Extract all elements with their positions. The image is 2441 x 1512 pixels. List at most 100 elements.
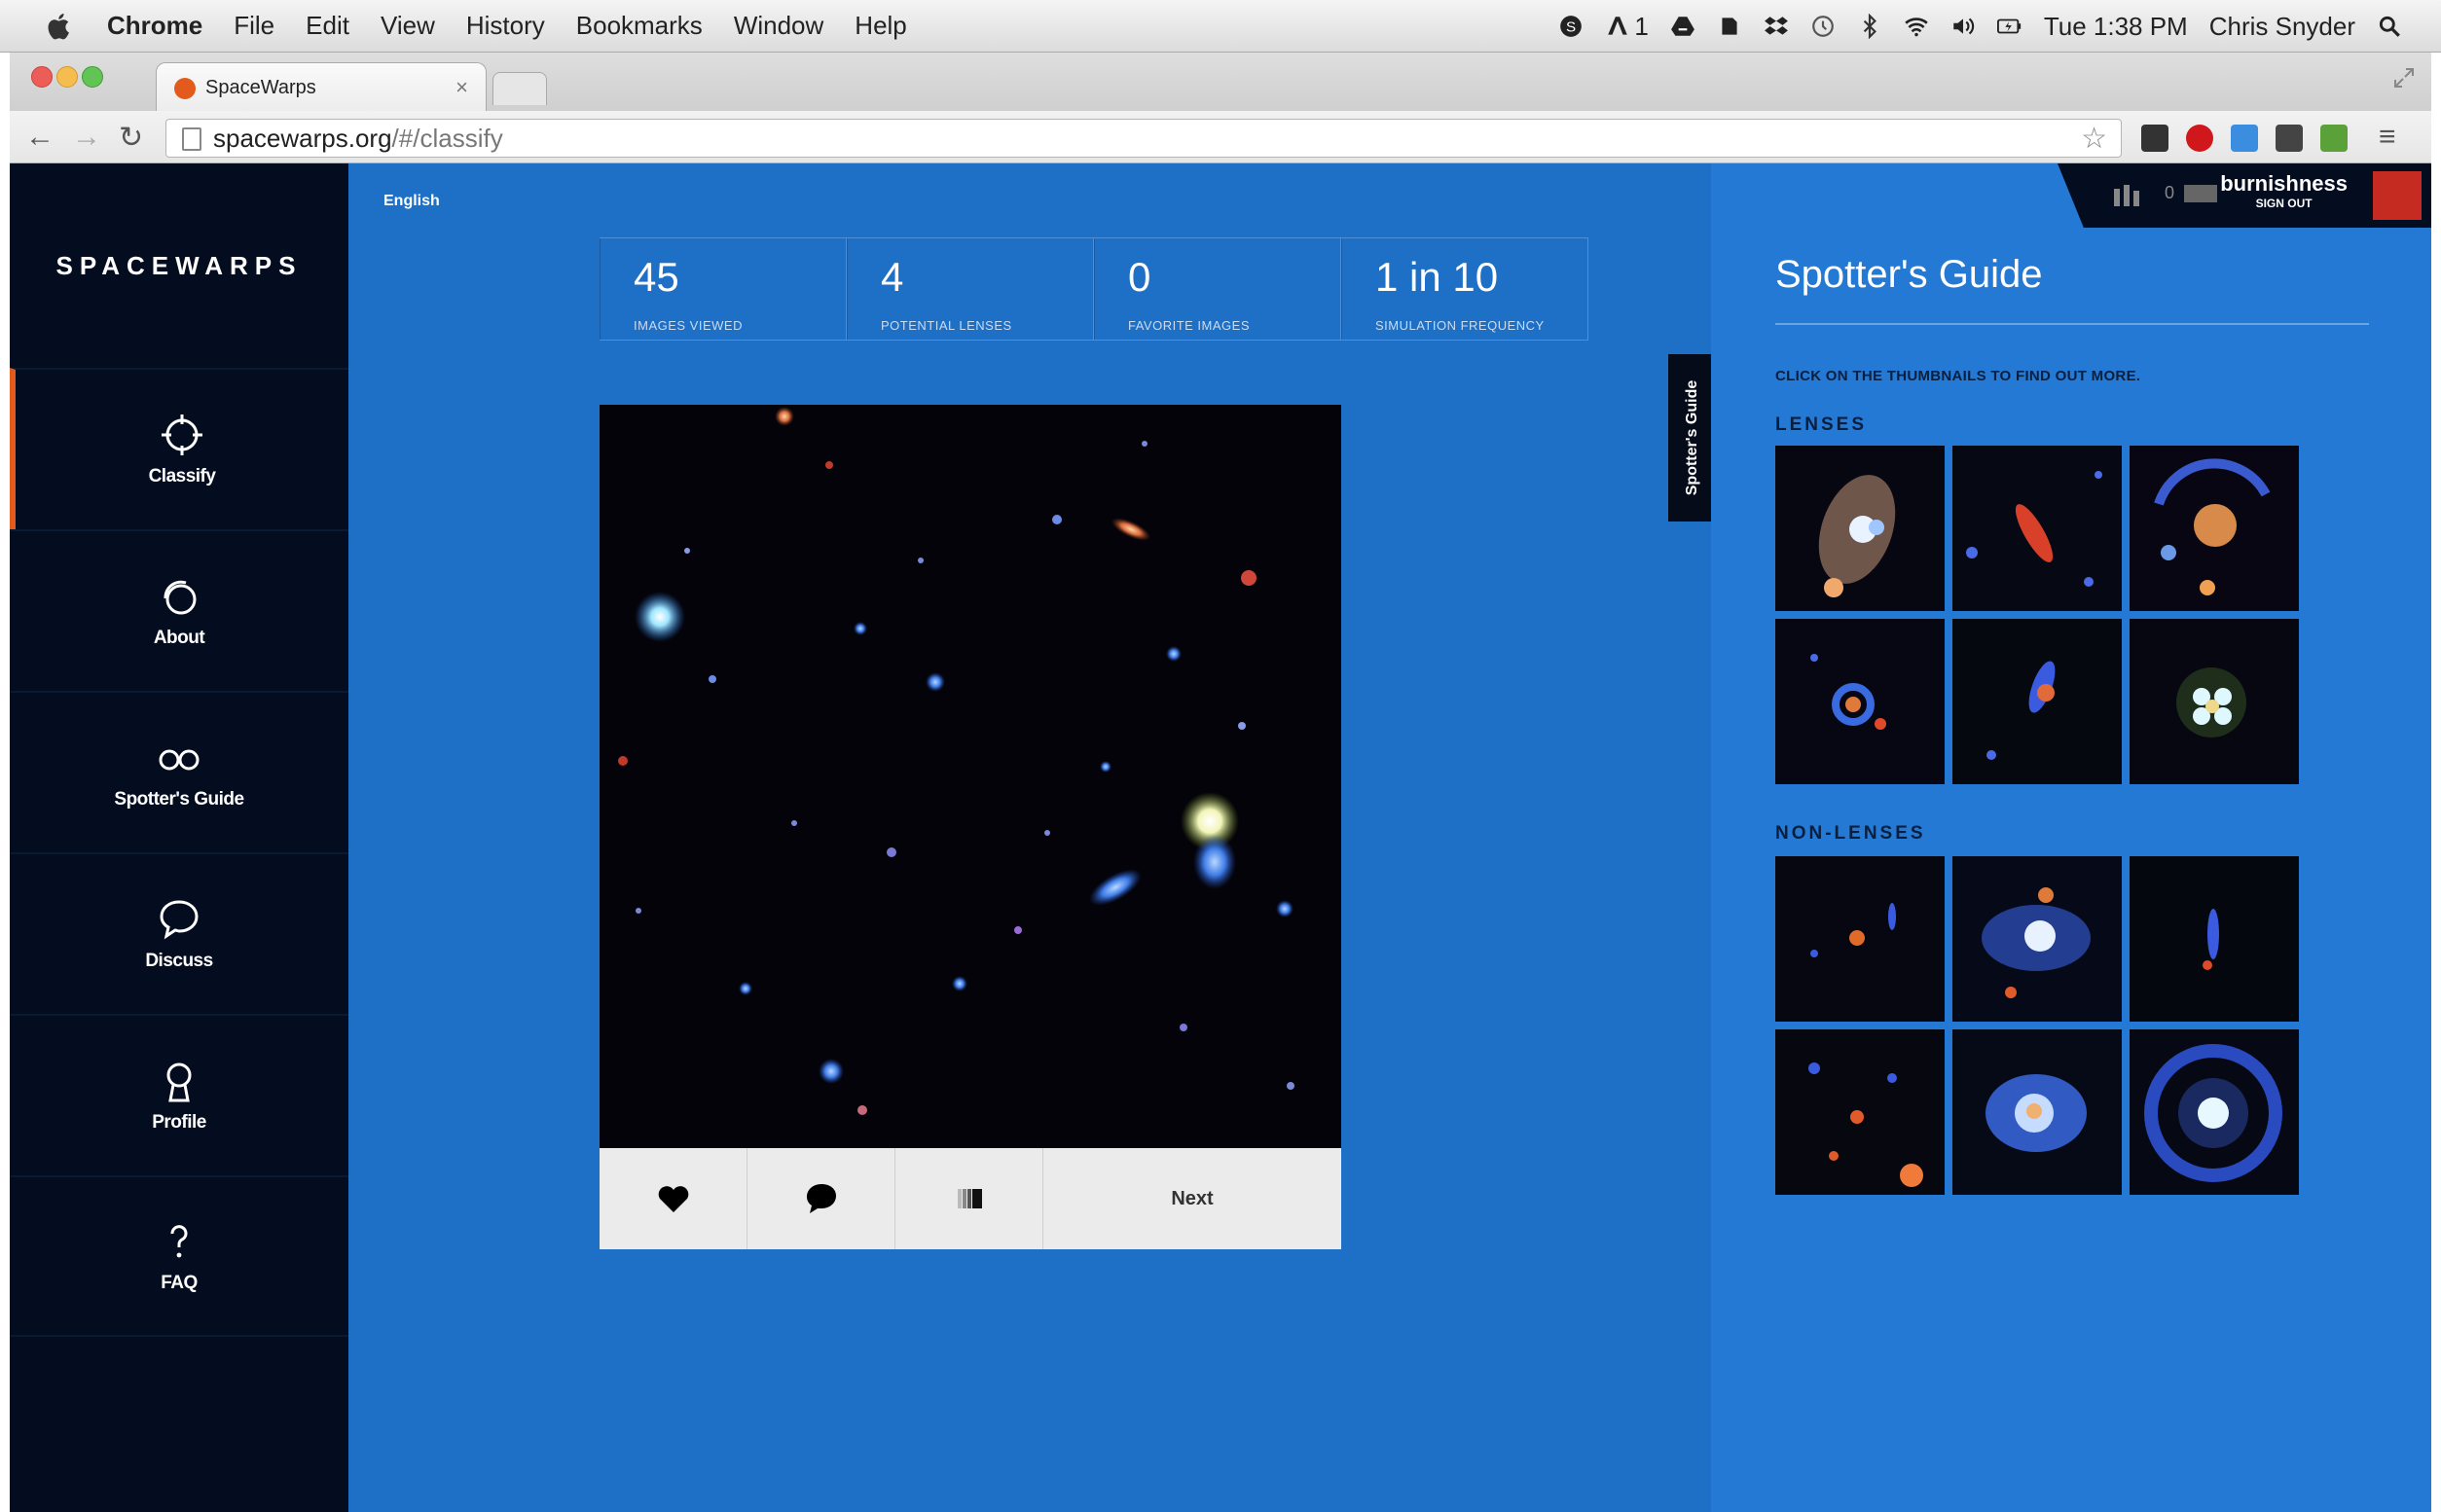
apple-logo-icon[interactable] [43, 10, 76, 43]
score-bar-icon [2184, 185, 2217, 202]
guide-hint: CLICK ON THE THUMBNAILS TO FIND OUT MORE… [1775, 368, 2141, 384]
browser-tab[interactable]: SpaceWarps × [156, 62, 487, 113]
menu-window[interactable]: Window [734, 11, 823, 41]
sidebar-item-about[interactable]: About [10, 529, 348, 691]
non-lens-thumbnail[interactable] [2130, 856, 2299, 1022]
spotters-guide-tab[interactable]: Spotter's Guide [1668, 354, 1717, 522]
non-lens-thumbnail[interactable] [1952, 1029, 2122, 1195]
lens-thumbnail[interactable] [1952, 446, 2122, 611]
menu-view[interactable]: View [381, 11, 435, 41]
zoom-window-button[interactable] [82, 66, 103, 88]
fullscreen-icon[interactable] [2392, 66, 2416, 90]
adblock-extension-icon[interactable] [2186, 125, 2213, 152]
page-icon [182, 127, 201, 151]
menu-file[interactable]: File [234, 11, 274, 41]
menu-history[interactable]: History [466, 11, 545, 41]
dropbox-icon[interactable] [1764, 14, 1789, 39]
minimize-window-button[interactable] [56, 66, 78, 88]
username-text: burnishness [2220, 171, 2348, 196]
chrome-menu-icon[interactable]: ≡ [2379, 121, 2396, 154]
stat-images-viewed: 45 IMAGES VIEWED [600, 238, 847, 340]
sidebar-item-spotters-guide[interactable]: Spotter's Guide [10, 691, 348, 852]
back-icon[interactable]: ← [25, 121, 55, 154]
contrast-button[interactable] [895, 1148, 1043, 1249]
sidebar-item-discuss[interactable]: Discuss [10, 852, 348, 1014]
bluetooth-icon[interactable] [1857, 14, 1882, 39]
volume-icon[interactable] [1950, 14, 1976, 39]
clock[interactable]: Tue 1:38 PM [2044, 12, 2188, 42]
heart-icon [658, 1186, 688, 1212]
menu-edit[interactable]: Edit [306, 11, 349, 41]
language-selector[interactable]: English [383, 193, 440, 210]
speech-bubble-icon [160, 900, 199, 940]
sidebar-item-label: FAQ [161, 1273, 198, 1293]
d-extension-icon[interactable] [2276, 125, 2303, 152]
next-button[interactable]: Next [1043, 1148, 1341, 1249]
evernote-icon[interactable] [1717, 14, 1742, 39]
site-logo[interactable]: SPACEWARPS [10, 251, 348, 281]
discuss-button[interactable] [747, 1148, 895, 1249]
stat-simulation-frequency: 1 in 10 SIMULATION FREQUENCY [1341, 238, 1588, 340]
stat-caption: SIMULATION FREQUENCY [1375, 318, 1545, 333]
sky-image [600, 405, 1341, 1148]
info-extension-icon[interactable] [2141, 125, 2168, 152]
stat-caption: POTENTIAL LENSES [881, 318, 1012, 333]
lens-thumbnail[interactable] [2130, 619, 2299, 784]
sign-out-link[interactable]: SIGN OUT [2220, 197, 2348, 210]
sidebar: SPACEWARPS Classify About Spotter's Guid… [10, 163, 348, 1512]
forward-icon[interactable]: → [72, 121, 101, 154]
non-lenses-grid [1775, 856, 2301, 1195]
lens-thumbnail[interactable] [1775, 446, 1945, 611]
favorite-button[interactable] [600, 1148, 747, 1249]
spotters-guide-tab-label: Spotter's Guide [1684, 379, 1701, 496]
wifi-icon[interactable] [1904, 14, 1929, 39]
sidebar-item-classify[interactable]: Classify [10, 368, 348, 529]
menu-app-name[interactable]: Chrome [107, 11, 202, 41]
classify-panel: English 45 IMAGES VIEWED 4 POTENTIAL LEN… [348, 163, 1717, 1512]
menu-extras: S 1 Tue 1:38 PM Chris Snyder [1558, 0, 2402, 53]
username[interactable]: burnishness SIGN OUT [2220, 171, 2348, 210]
spotters-guide-panel: 0 burnishness SIGN OUT Spotter's Guide C… [1711, 163, 2431, 1512]
reload-icon[interactable]: ↻ [119, 121, 143, 155]
pencil-extension-icon[interactable] [2231, 125, 2258, 152]
bookmark-star-icon[interactable]: ☆ [2081, 122, 2107, 156]
stat-caption: IMAGES VIEWED [634, 318, 743, 333]
non-lens-thumbnail[interactable] [1952, 856, 2122, 1022]
sidebar-item-label: Profile [152, 1112, 206, 1133]
non-lens-thumbnail[interactable] [2130, 1029, 2299, 1195]
adobe-icon[interactable]: 1 [1605, 12, 1649, 42]
lens-thumbnail[interactable] [1775, 619, 1945, 784]
evernote-extension-icon[interactable] [2320, 125, 2348, 152]
lenses-heading: LENSES [1775, 414, 1868, 435]
battery-icon[interactable] [1996, 14, 2022, 39]
non-lens-thumbnail[interactable] [1775, 1029, 1945, 1195]
address-bar[interactable]: spacewarps.org/#/classify ☆ [165, 119, 2122, 158]
google-drive-icon[interactable] [1670, 14, 1695, 39]
close-window-button[interactable] [31, 66, 53, 88]
close-tab-icon[interactable]: × [455, 75, 468, 100]
stat-favorite-images: 0 FAVORITE IMAGES [1094, 238, 1341, 340]
sky-image-canvas[interactable] [600, 405, 1341, 1148]
gradient-icon [957, 1189, 982, 1208]
skype-icon[interactable]: S [1558, 14, 1584, 39]
browser-window: SpaceWarps × ← → ↻ spacewarps.org/#/clas… [10, 53, 2431, 1512]
spacewarps-favicon-icon [174, 77, 196, 99]
time-machine-icon[interactable] [1810, 14, 1836, 39]
avatar[interactable] [2373, 171, 2422, 220]
menu-help[interactable]: Help [855, 11, 906, 41]
stat-caption: FAVORITE IMAGES [1128, 318, 1251, 333]
classify-toolbar: Next [600, 1148, 1341, 1249]
stats-icon[interactable] [2112, 183, 2151, 208]
non-lens-thumbnail[interactable] [1775, 856, 1945, 1022]
sidebar-item-faq[interactable]: FAQ [10, 1175, 348, 1337]
current-user[interactable]: Chris Snyder [2209, 12, 2355, 42]
spotlight-search-icon[interactable] [2377, 14, 2402, 39]
menu-bookmarks[interactable]: Bookmarks [576, 11, 703, 41]
question-icon [170, 1225, 188, 1258]
sidebar-item-label: Discuss [145, 951, 213, 971]
sidebar-item-profile[interactable]: Profile [10, 1014, 348, 1175]
new-tab-button[interactable] [492, 72, 547, 105]
lens-thumbnail[interactable] [1952, 619, 2122, 784]
user-score: 0 [2165, 183, 2175, 202]
lens-thumbnail[interactable] [2130, 446, 2299, 611]
